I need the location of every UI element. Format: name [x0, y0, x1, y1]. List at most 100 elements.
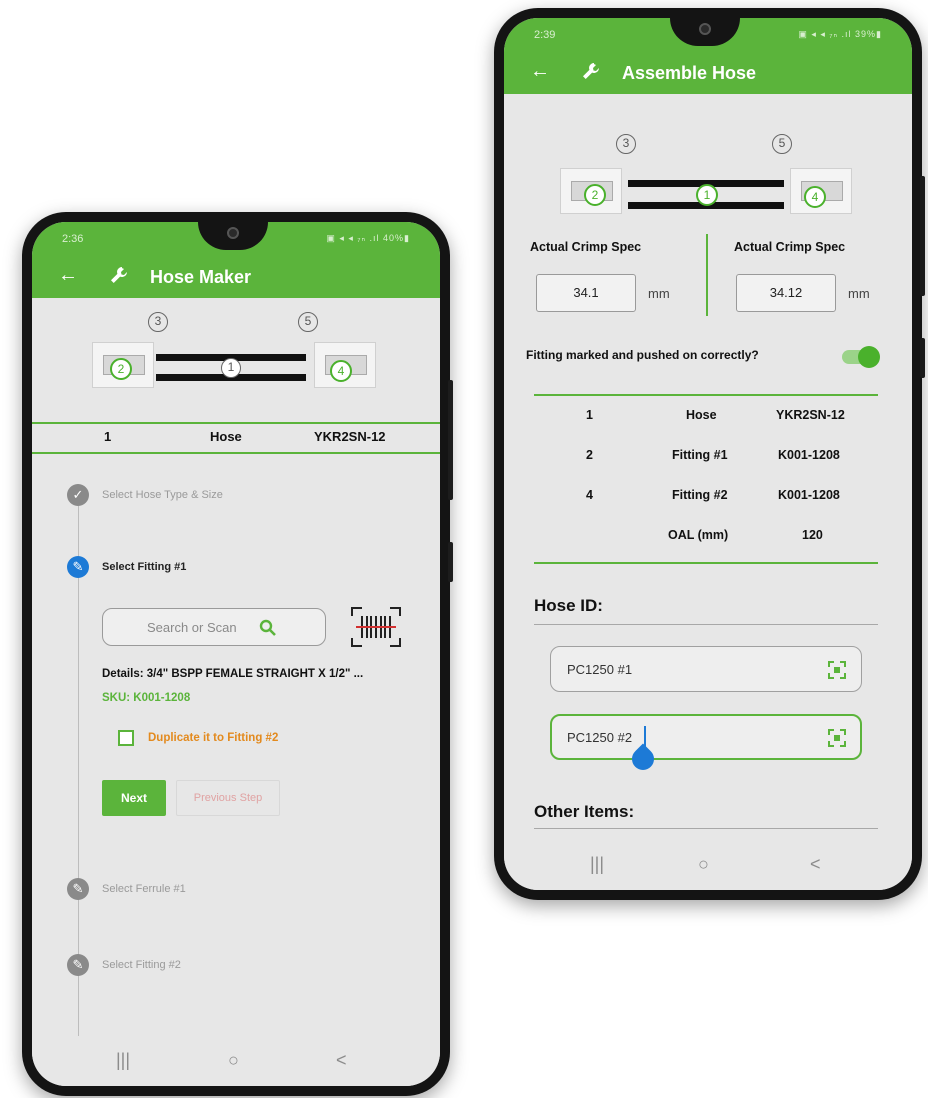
summary-item: Hose — [210, 429, 242, 444]
hose-diagram: 3 5 2 1 4 — [504, 98, 912, 238]
crimp-unit-right: mm — [848, 286, 870, 301]
edit-icon: ✎ — [67, 878, 89, 900]
edit-glyph: ✎ — [72, 957, 84, 972]
hose-marker: 1 — [696, 184, 718, 206]
table-row: 1 Hose YKR2SN-12 — [534, 408, 878, 428]
app-bar: ← Assemble Hose — [504, 52, 912, 94]
table-row: 2 Fitting #1 K001-1208 — [534, 448, 878, 468]
left-phone: 2:36 ▣ ◂ ◂ ₇ₙ .ıl 40%▮ ← Hose Maker 3 5 … — [22, 212, 453, 1096]
step-hose-type[interactable]: Select Hose Type & Size — [102, 489, 223, 501]
status-time: 2:39 — [534, 29, 556, 41]
home-button[interactable]: ○ — [698, 854, 709, 875]
volume-button — [920, 338, 925, 378]
fitting-1-marker: 2 — [110, 358, 132, 380]
summary-num: 1 — [104, 429, 112, 444]
divider-bottom — [32, 452, 440, 454]
back-arrow-icon[interactable]: ← — [58, 264, 78, 287]
crimp-input-right[interactable]: 34.12 — [736, 274, 836, 312]
page-title: Hose Maker — [150, 267, 252, 287]
search-placeholder: Search or Scan — [147, 620, 237, 635]
right-screen: 2:39 ▣ ◂ ◂ ₇ₙ .ıl 39%▮ ← Assemble Hose 3… — [504, 18, 912, 890]
status-time: 2:36 — [62, 233, 84, 245]
volume-button — [448, 542, 453, 582]
fitting-sku: SKU: K001-1208 — [102, 692, 191, 704]
edit-icon: ✎ — [67, 556, 89, 578]
nav-back-button[interactable]: < — [810, 854, 821, 875]
fitting-1-marker: 2 — [584, 184, 606, 206]
search-icon[interactable] — [259, 619, 277, 637]
table-row: 4 Fitting #2 K001-1208 — [534, 488, 878, 508]
next-button[interactable]: Next — [102, 780, 166, 816]
left-screen: 2:36 ▣ ◂ ◂ ₇ₙ .ıl 40%▮ ← Hose Maker 3 5 … — [32, 222, 440, 1086]
app-bar: ← Hose Maker — [32, 256, 440, 298]
row-num: 2 — [586, 448, 593, 462]
recent-apps-button[interactable]: ||| — [590, 854, 604, 875]
back-arrow-icon[interactable]: ← — [530, 60, 550, 83]
row-part: YKR2SN-12 — [776, 408, 845, 422]
summary-row: 1 Hose YKR2SN-12 — [32, 429, 440, 449]
fitting-2-marker: 4 — [330, 360, 352, 382]
system-nav-bar: ||| ○ < — [504, 840, 912, 890]
row-item: Hose — [686, 408, 717, 422]
crimp-label-left: Actual Crimp Spec — [530, 240, 642, 254]
crimp-input-left[interactable]: 34.1 — [536, 274, 636, 312]
barcode-scan-icon[interactable] — [350, 606, 402, 648]
toggle-knob — [858, 346, 880, 368]
nav-back-button[interactable]: < — [336, 1050, 347, 1071]
power-button — [920, 176, 925, 296]
crimp-value-left: 34.1 — [573, 285, 599, 300]
recent-apps-button[interactable]: ||| — [116, 1050, 130, 1071]
previous-step-button[interactable]: Previous Step — [176, 780, 280, 816]
power-button — [448, 380, 453, 500]
table-top-line — [534, 394, 878, 396]
page-title: Assemble Hose — [622, 63, 757, 83]
wrench-icon — [111, 267, 127, 283]
status-icons: ▣ ◂ ◂ ₇ₙ .ıl 40%▮ — [326, 233, 410, 243]
right-phone: 2:39 ▣ ◂ ◂ ₇ₙ .ıl 39%▮ ← Assemble Hose 3… — [494, 8, 925, 900]
hose-marker: 1 — [221, 358, 241, 378]
hose-id-field-1[interactable]: PC1250 #1 — [550, 646, 862, 692]
hose-id-value-2: PC1250 #2 — [567, 730, 633, 745]
other-items-divider — [534, 828, 878, 829]
crimp-value-right: 34.12 — [769, 285, 803, 300]
status-icons: ▣ ◂ ◂ ₇ₙ .ıl 39%▮ — [798, 29, 882, 39]
diagram-label-3: 3 — [148, 312, 168, 332]
crimp-unit-left: mm — [648, 286, 670, 301]
step-ferrule-1[interactable]: Select Ferrule #1 — [102, 883, 186, 895]
qr-scan-icon[interactable] — [827, 660, 847, 680]
diagram-label-5: 5 — [298, 312, 318, 332]
table-row: OAL (mm) 120 — [534, 528, 878, 548]
wrench-icon — [583, 63, 599, 79]
crimp-label-right: Actual Crimp Spec — [734, 240, 846, 254]
check-icon: ✓ — [67, 484, 89, 506]
row-num: 4 — [586, 488, 593, 502]
home-button[interactable]: ○ — [228, 1050, 239, 1071]
fitting-2-marker: 4 — [804, 186, 826, 208]
crimp-divider — [706, 234, 708, 316]
qr-scan-icon[interactable] — [827, 728, 847, 748]
divider-top — [32, 422, 440, 424]
fitting-question: Fitting marked and pushed on correctly? — [526, 348, 759, 362]
row-part: 120 — [802, 528, 823, 542]
step-fitting-1[interactable]: Select Fitting #1 — [102, 561, 186, 573]
duplicate-label[interactable]: Duplicate it to Fitting #2 — [148, 732, 278, 744]
other-items-heading: Other Items: — [534, 802, 635, 821]
diagram-label-5: 5 — [772, 134, 792, 154]
fitting-toggle[interactable] — [842, 346, 880, 368]
table-bottom-line — [534, 562, 878, 564]
duplicate-checkbox[interactable] — [118, 730, 134, 746]
step-fitting-2[interactable]: Select Fitting #2 — [102, 959, 181, 971]
hose-id-field-2[interactable]: PC1250 #2 — [550, 714, 862, 760]
row-part: K001-1208 — [778, 488, 840, 502]
hose-id-divider — [534, 624, 878, 625]
summary-part: YKR2SN-12 — [314, 429, 386, 444]
hose-id-value-1: PC1250 #1 — [567, 662, 633, 677]
edit-icon: ✎ — [67, 954, 89, 976]
row-item: Fitting #1 — [672, 448, 728, 462]
diagram-label-3: 3 — [616, 134, 636, 154]
row-item: OAL (mm) — [668, 528, 729, 542]
parts-table: 1 Hose YKR2SN-12 2 Fitting #1 K001-1208 … — [534, 402, 878, 554]
search-input[interactable]: Search or Scan — [102, 608, 326, 646]
system-nav-bar: ||| ○ < — [32, 1036, 440, 1086]
camera-icon — [699, 23, 711, 35]
